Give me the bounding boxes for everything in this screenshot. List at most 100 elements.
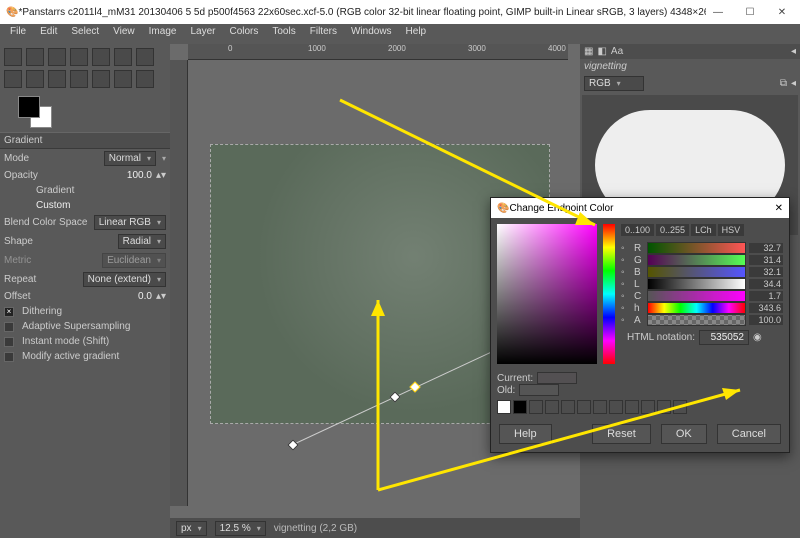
dock-tab-icon[interactable]: ▦: [584, 46, 593, 57]
gradient-handle-mid[interactable]: [389, 391, 400, 402]
menu-edit[interactable]: Edit: [34, 24, 63, 44]
dither-checkbox[interactable]: ×: [4, 307, 14, 317]
scale-tab[interactable]: 0..100: [621, 224, 654, 236]
model-tab[interactable]: LCh: [691, 224, 716, 236]
channel-radio[interactable]: ◦: [621, 303, 631, 314]
shape-select[interactable]: Radial: [118, 234, 166, 249]
blend-select[interactable]: Linear RGB: [94, 215, 166, 230]
tool-button[interactable]: [114, 70, 132, 88]
opacity-value[interactable]: 100.0: [127, 170, 152, 181]
history-swatch[interactable]: [625, 400, 639, 414]
tool-button[interactable]: [114, 48, 132, 66]
color-swatches[interactable]: [0, 92, 170, 132]
channel-value[interactable]: 34.4: [749, 279, 783, 289]
history-swatch[interactable]: [673, 400, 687, 414]
channel-radio[interactable]: ◦: [621, 315, 631, 326]
history-swatch[interactable]: [497, 400, 511, 414]
channel-radio[interactable]: ◦: [621, 243, 631, 254]
channel-value[interactable]: 1.7: [749, 291, 783, 301]
history-swatch[interactable]: [577, 400, 591, 414]
menu-file[interactable]: File: [4, 24, 32, 44]
dock-tab-icon[interactable]: ◧: [597, 46, 606, 57]
model-tab[interactable]: HSV: [718, 224, 745, 236]
instant-checkbox[interactable]: [4, 337, 14, 347]
history-swatch[interactable]: [513, 400, 527, 414]
tool-button[interactable]: [48, 48, 66, 66]
tool-button[interactable]: [26, 70, 44, 88]
spinner-icon[interactable]: ▴▾: [156, 291, 166, 302]
channel-slider[interactable]: [647, 266, 746, 278]
color-field[interactable]: [497, 224, 597, 364]
help-button[interactable]: Help: [499, 424, 552, 444]
menu-colors[interactable]: Colors: [223, 24, 264, 44]
channel-slider[interactable]: [647, 242, 746, 254]
mode-menu-icon[interactable]: [160, 153, 166, 164]
cancel-button[interactable]: Cancel: [717, 424, 781, 444]
unit-select[interactable]: px: [176, 521, 207, 536]
mode-select[interactable]: Normal: [104, 151, 156, 166]
channel-value[interactable]: 31.4: [749, 255, 783, 265]
channel-slider[interactable]: [647, 314, 746, 326]
repeat-select[interactable]: None (extend): [83, 272, 166, 287]
gradient-line[interactable]: [291, 344, 509, 446]
html-notation-input[interactable]: 535052: [699, 330, 749, 345]
channel-value[interactable]: 100.0: [749, 315, 783, 325]
minimize-button[interactable]: —: [706, 7, 730, 18]
menu-windows[interactable]: Windows: [345, 24, 398, 44]
fg-color[interactable]: [18, 96, 40, 118]
channel-slider[interactable]: [647, 302, 746, 314]
tool-button[interactable]: [48, 70, 66, 88]
detach-icon[interactable]: ⧉: [780, 78, 787, 89]
history-swatch[interactable]: [641, 400, 655, 414]
tool-button[interactable]: [4, 48, 22, 66]
menu-image[interactable]: Image: [143, 24, 183, 44]
menu-filters[interactable]: Filters: [304, 24, 343, 44]
menu-layer[interactable]: Layer: [184, 24, 221, 44]
history-swatch[interactable]: [657, 400, 671, 414]
tool-button[interactable]: [92, 70, 110, 88]
menu-view[interactable]: View: [107, 24, 141, 44]
history-swatch[interactable]: [529, 400, 543, 414]
channel-radio[interactable]: ◦: [621, 255, 631, 266]
dialog-titlebar[interactable]: 🎨 Change Endpoint Color ✕: [491, 198, 789, 218]
scale-tab[interactable]: 0..255: [656, 224, 689, 236]
channel-radio[interactable]: ◦: [621, 279, 631, 290]
ruler-horizontal[interactable]: 0 1000 2000 3000 4000: [188, 44, 568, 60]
menu-tools[interactable]: Tools: [266, 24, 301, 44]
image-mode-select[interactable]: RGB: [584, 76, 644, 91]
history-swatch[interactable]: [593, 400, 607, 414]
channel-value[interactable]: 343.6: [749, 303, 783, 313]
dock-tab-icon[interactable]: Aa: [611, 46, 623, 57]
spinner-icon[interactable]: ▴▾: [156, 170, 166, 181]
menu-help[interactable]: Help: [400, 24, 433, 44]
tool-button[interactable]: [26, 48, 44, 66]
close-button[interactable]: ✕: [770, 7, 794, 18]
ok-button[interactable]: OK: [661, 424, 707, 444]
channel-slider[interactable]: [647, 278, 746, 290]
tool-button[interactable]: [4, 70, 22, 88]
maximize-button[interactable]: ☐: [738, 7, 762, 18]
gradient-handle-end[interactable]: [409, 381, 420, 392]
eyedropper-icon[interactable]: ◉: [753, 332, 762, 343]
menu-select[interactable]: Select: [65, 24, 105, 44]
reset-button[interactable]: Reset: [592, 424, 651, 444]
channel-radio[interactable]: ◦: [621, 291, 631, 302]
menu-icon[interactable]: ◂: [791, 78, 796, 89]
tool-button[interactable]: [70, 70, 88, 88]
channel-slider[interactable]: [647, 290, 746, 302]
history-swatch[interactable]: [545, 400, 559, 414]
old-color[interactable]: [519, 384, 559, 396]
history-swatch[interactable]: [609, 400, 623, 414]
channel-value[interactable]: 32.7: [749, 243, 783, 253]
tool-button[interactable]: [92, 48, 110, 66]
channel-radio[interactable]: ◦: [621, 267, 631, 278]
history-swatch[interactable]: [561, 400, 575, 414]
hue-slider[interactable]: [603, 224, 615, 364]
supersample-checkbox[interactable]: [4, 322, 14, 332]
tool-button[interactable]: [136, 48, 154, 66]
tool-button[interactable]: [70, 48, 88, 66]
modify-checkbox[interactable]: [4, 352, 14, 362]
offset-value[interactable]: 0.0: [138, 291, 152, 302]
ruler-vertical[interactable]: [170, 60, 188, 506]
dialog-close-button[interactable]: ✕: [775, 203, 783, 214]
